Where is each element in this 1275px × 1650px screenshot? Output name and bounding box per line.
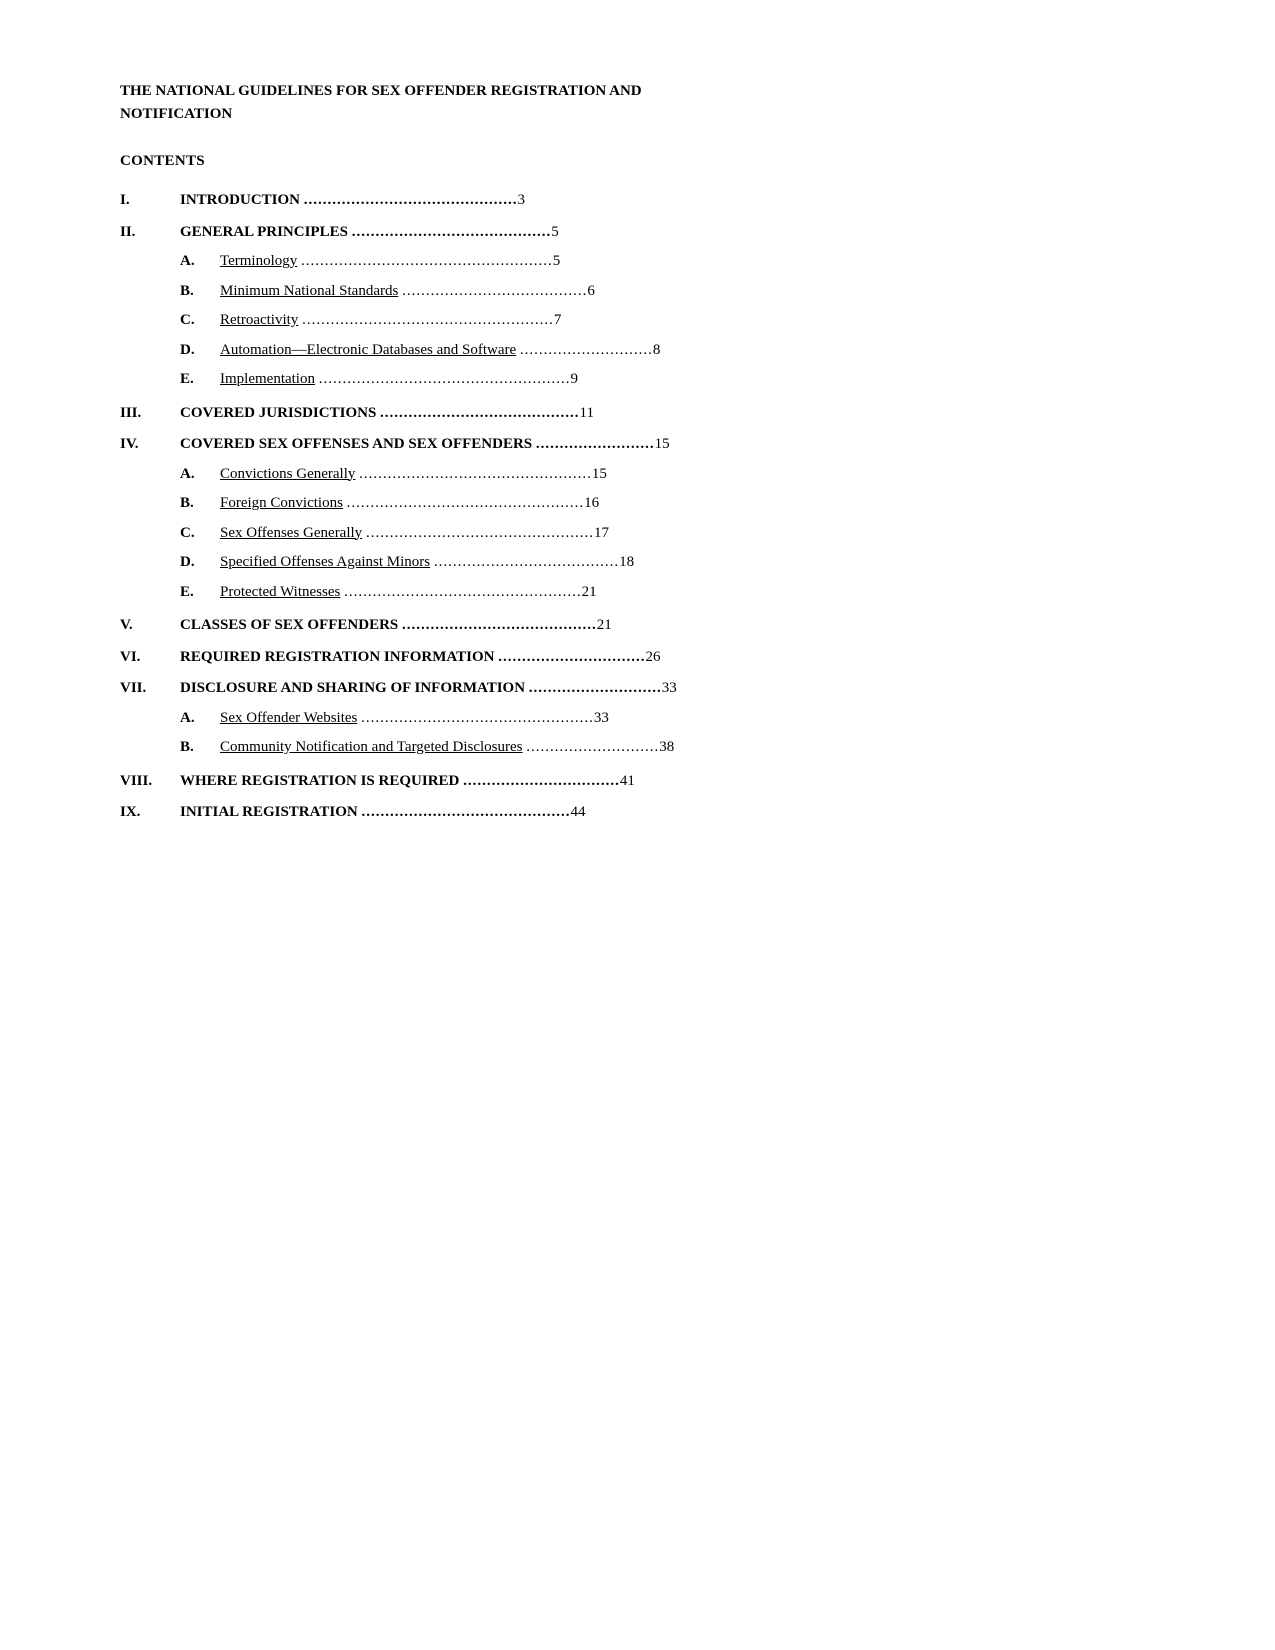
toc-number: III. [120, 401, 180, 427]
toc-main-line: DISCLOSURE AND SHARING OF INFORMATION ..… [180, 676, 1155, 702]
sub-label: Sex Offender Websites ..................… [220, 704, 1155, 734]
toc-number: I. [120, 188, 180, 214]
toc-row: III.COVERED JURISDICTIONS ..............… [120, 401, 1155, 427]
sub-letter: D. [180, 548, 220, 578]
toc-sub-row: A.Convictions Generally ................… [180, 460, 1155, 490]
sub-label: Implementation .........................… [220, 365, 1155, 395]
sub-letter: B. [180, 277, 220, 307]
sub-letter: B. [180, 489, 220, 519]
toc-entry: GENERAL PRINCIPLES .....................… [180, 220, 1155, 395]
sub-label: Minimum National Standards .............… [220, 277, 1155, 307]
sub-letter: C. [180, 306, 220, 336]
toc-sub-row: B.Community Notification and Targeted Di… [180, 733, 1155, 763]
toc-main-line: WHERE REGISTRATION IS REQUIRED .........… [180, 769, 1155, 795]
toc-number: VIII. [120, 769, 180, 795]
sub-letter: B. [180, 733, 220, 763]
toc-sub-row: C.Retroactivity ........................… [180, 306, 1155, 336]
toc-entry: COVERED SEX OFFENSES AND SEX OFFENDERS .… [180, 432, 1155, 607]
toc-number: VI. [120, 645, 180, 671]
toc-sub-row: D.Specified Offenses Against Minors ....… [180, 548, 1155, 578]
sub-label: Foreign Convictions ....................… [220, 489, 1155, 519]
toc-sub-table: A.Sex Offender Websites ................… [180, 704, 1155, 763]
toc-sub-row: A.Terminology ..........................… [180, 247, 1155, 277]
toc-main-line: CLASSES OF SEX OFFENDERS ...............… [180, 613, 1155, 639]
doc-title: THE NATIONAL GUIDELINES FOR SEX OFFENDER… [120, 80, 1155, 125]
toc-sub-row: E.Implementation .......................… [180, 365, 1155, 395]
sub-label: Convictions Generally ..................… [220, 460, 1155, 490]
toc-sub-row: D.Automation—Electronic Databases and So… [180, 336, 1155, 366]
sub-letter: A. [180, 247, 220, 277]
toc-sub-row: B.Minimum National Standards ...........… [180, 277, 1155, 307]
toc-entry: WHERE REGISTRATION IS REQUIRED .........… [180, 769, 1155, 795]
sub-letter: D. [180, 336, 220, 366]
sub-label: Terminology ............................… [220, 247, 1155, 277]
title-line1: THE NATIONAL GUIDELINES FOR SEX OFFENDER… [120, 83, 642, 99]
toc-row: I.INTRODUCTION .........................… [120, 188, 1155, 214]
sub-label: Automation—Electronic Databases and Soft… [220, 336, 1155, 366]
toc-entry: INTRODUCTION ...........................… [180, 188, 1155, 214]
toc-main-line: INITIAL REGISTRATION ...................… [180, 800, 1155, 826]
toc-sub-row: A.Sex Offender Websites ................… [180, 704, 1155, 734]
toc-sub-row: B.Foreign Convictions ..................… [180, 489, 1155, 519]
sub-label: Sex Offenses Generally .................… [220, 519, 1155, 549]
toc-entry: DISCLOSURE AND SHARING OF INFORMATION ..… [180, 676, 1155, 763]
sub-letter: C. [180, 519, 220, 549]
sub-letter: E. [180, 365, 220, 395]
toc-number: IX. [120, 800, 180, 826]
toc-number: VII. [120, 676, 180, 763]
toc-entry: REQUIRED REGISTRATION INFORMATION ......… [180, 645, 1155, 671]
toc-row: II.GENERAL PRINCIPLES ..................… [120, 220, 1155, 395]
toc-row: VI.REQUIRED REGISTRATION INFORMATION ...… [120, 645, 1155, 671]
toc-sub-table: A.Terminology ..........................… [180, 247, 1155, 395]
toc-sub-table: A.Convictions Generally ................… [180, 460, 1155, 608]
toc-entry: CLASSES OF SEX OFFENDERS ...............… [180, 613, 1155, 639]
toc-table: I.INTRODUCTION .........................… [120, 188, 1155, 832]
toc-row: VIII.WHERE REGISTRATION IS REQUIRED ....… [120, 769, 1155, 795]
sub-label: Specified Offenses Against Minors ......… [220, 548, 1155, 578]
sub-letter: A. [180, 704, 220, 734]
toc-sub-row: C.Sex Offenses Generally ...............… [180, 519, 1155, 549]
sub-label: Community Notification and Targeted Disc… [220, 733, 1155, 763]
title-line2: NOTIFICATION [120, 106, 232, 122]
sub-label: Retroactivity ..........................… [220, 306, 1155, 336]
toc-row: IX.INITIAL REGISTRATION ................… [120, 800, 1155, 826]
toc-row: V.CLASSES OF SEX OFFENDERS .............… [120, 613, 1155, 639]
toc-main-line: INTRODUCTION ...........................… [180, 188, 1155, 214]
toc-main-line: COVERED SEX OFFENSES AND SEX OFFENDERS .… [180, 432, 1155, 458]
toc-entry: COVERED JURISDICTIONS ..................… [180, 401, 1155, 427]
toc-main-line: GENERAL PRINCIPLES .....................… [180, 220, 1155, 246]
toc-entry: INITIAL REGISTRATION ...................… [180, 800, 1155, 826]
toc-main-line: REQUIRED REGISTRATION INFORMATION ......… [180, 645, 1155, 671]
toc-number: IV. [120, 432, 180, 607]
toc-number: V. [120, 613, 180, 639]
contents-label: CONTENTS [120, 153, 1155, 170]
sub-letter: E. [180, 578, 220, 608]
toc-row: VII.DISCLOSURE AND SHARING OF INFORMATIO… [120, 676, 1155, 763]
toc-spacer [120, 826, 1155, 832]
toc-number: II. [120, 220, 180, 395]
sub-letter: A. [180, 460, 220, 490]
sub-label: Protected Witnesses ....................… [220, 578, 1155, 608]
toc-main-line: COVERED JURISDICTIONS ..................… [180, 401, 1155, 427]
toc-row: IV.COVERED SEX OFFENSES AND SEX OFFENDER… [120, 432, 1155, 607]
toc-sub-row: E.Protected Witnesses ..................… [180, 578, 1155, 608]
